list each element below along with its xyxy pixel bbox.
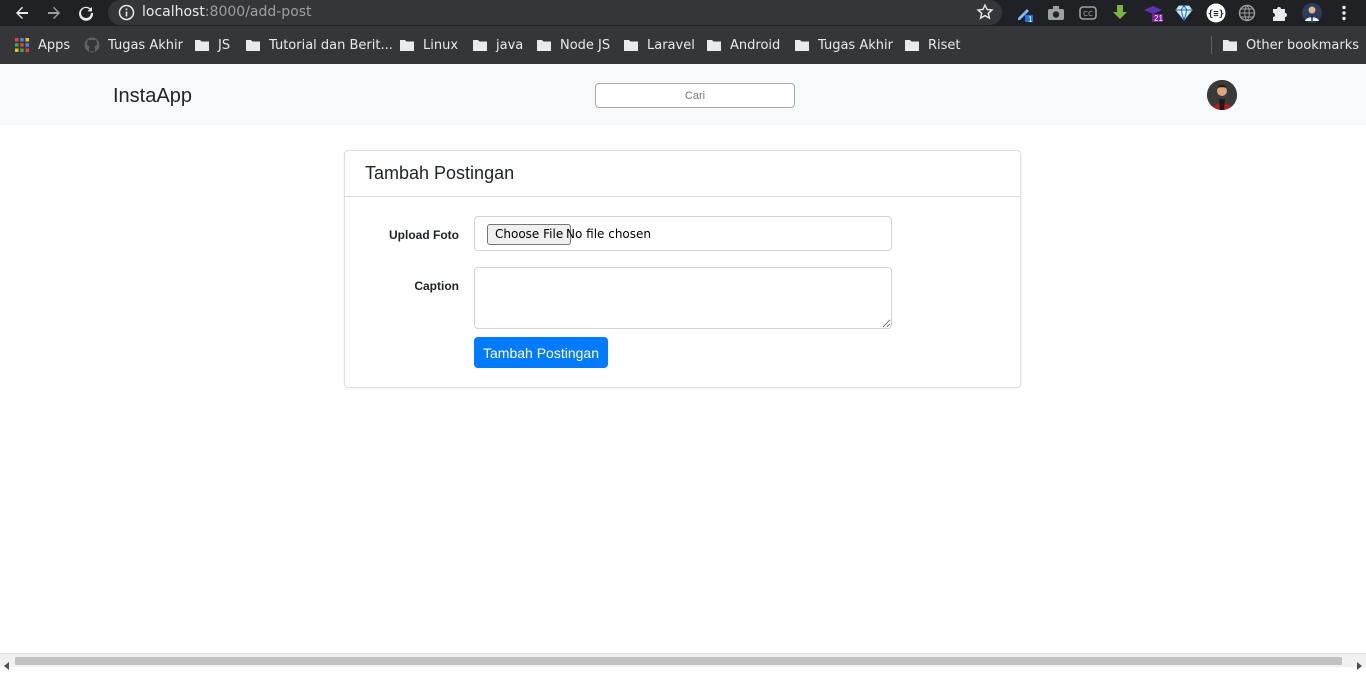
bookmark-folder-js[interactable]: JS xyxy=(194,37,230,53)
bookmark-label: Apps xyxy=(38,37,71,53)
star-icon[interactable] xyxy=(976,3,994,21)
bookmarks-separator xyxy=(1211,36,1212,54)
upload-foto-label: Upload Foto xyxy=(389,228,459,242)
closed-caption-icon[interactable]: CC xyxy=(1078,3,1098,23)
bookmark-label: java xyxy=(496,37,524,53)
bookmark-label: Tugas Akhir xyxy=(818,37,893,53)
folder-icon xyxy=(1222,37,1238,53)
bookmark-label: Tugas Akhir xyxy=(108,37,183,53)
more-vertical-icon[interactable] xyxy=(1334,3,1354,23)
globe-icon[interactable] xyxy=(1237,3,1257,23)
folder-icon xyxy=(794,37,810,53)
bookmark-tugas-akhir-github[interactable]: Tugas Akhir xyxy=(84,37,183,53)
card-title: Tambah Postingan xyxy=(345,151,1020,197)
bookmark-label: Laravel xyxy=(647,37,695,53)
caption-label: Caption xyxy=(414,279,459,293)
bookmarks-bar: Apps Tugas Akhir JS Tutorial dan Berit..… xyxy=(0,26,1366,64)
user-avatar[interactable] xyxy=(1207,80,1237,110)
bookmark-folder-linux[interactable]: Linux xyxy=(399,37,458,53)
json-braces-icon[interactable]: {≡} xyxy=(1206,3,1226,23)
info-icon[interactable] xyxy=(118,4,135,21)
folder-icon xyxy=(706,37,722,53)
file-input[interactable]: Choose File No file chosen xyxy=(474,216,892,251)
tambah-postingan-button[interactable]: Tambah Postingan xyxy=(474,337,608,368)
folder-icon xyxy=(623,37,639,53)
bookmark-folder-tugas-akhir[interactable]: Tugas Akhir xyxy=(794,37,893,53)
choose-file-button[interactable]: Choose File xyxy=(487,224,572,245)
bookmark-folder-riset[interactable]: Riset xyxy=(904,37,961,53)
bookmark-folder-android[interactable]: Android xyxy=(706,37,780,53)
search-input[interactable] xyxy=(595,83,795,108)
profile-avatar-icon[interactable] xyxy=(1302,3,1322,23)
camera-icon[interactable] xyxy=(1046,3,1066,23)
folder-icon xyxy=(536,37,552,53)
folder-icon xyxy=(904,37,920,53)
svg-text:{≡}: {≡} xyxy=(1208,10,1224,20)
forward-arrow-icon[interactable] xyxy=(44,3,64,23)
reload-icon[interactable] xyxy=(76,3,96,23)
bookmark-label: Riset xyxy=(928,37,961,53)
bookmark-label: Node JS xyxy=(560,37,611,53)
caption-textarea[interactable] xyxy=(474,267,892,329)
browser-toolbar: localhost:8000/add-post 1 CC 21 {≡} xyxy=(0,0,1366,26)
url-text: localhost:8000/add-post xyxy=(142,4,312,20)
graduation-cap-icon[interactable]: 21 xyxy=(1143,3,1163,23)
folder-icon xyxy=(245,37,261,53)
brand-logo[interactable]: InstaApp xyxy=(113,85,192,108)
horizontal-scrollbar[interactable] xyxy=(0,653,1366,670)
scrollbar-thumb[interactable] xyxy=(15,657,1342,665)
bookmark-label: Linux xyxy=(423,37,459,53)
app-navbar: InstaApp xyxy=(0,64,1366,126)
github-icon xyxy=(84,37,100,53)
puzzle-piece-icon[interactable] xyxy=(1270,3,1290,23)
svg-text:CC: CC xyxy=(1083,10,1093,18)
url-host: localhost xyxy=(142,4,205,20)
file-status-text: No file chosen xyxy=(566,227,652,241)
bookmark-folder-java[interactable]: java xyxy=(472,37,523,53)
bookmark-label: Other bookmarks xyxy=(1246,37,1360,53)
folder-icon xyxy=(399,37,415,53)
back-arrow-icon[interactable] xyxy=(12,3,32,23)
pen-extension-icon[interactable]: 1 xyxy=(1015,3,1035,24)
bookmark-label: JS xyxy=(218,37,231,53)
bookmark-folder-nodejs[interactable]: Node JS xyxy=(536,37,610,53)
bookmark-folder-laravel[interactable]: Laravel xyxy=(623,37,695,53)
bookmark-label: Tutorial dan Berit... xyxy=(269,37,393,53)
scroll-left-arrow-icon[interactable] xyxy=(3,657,11,670)
address-bar[interactable]: localhost:8000/add-post xyxy=(108,0,1002,25)
bookmark-other[interactable]: Other bookmarks xyxy=(1222,37,1359,53)
folder-icon xyxy=(194,37,210,53)
apps-grid-icon xyxy=(14,37,30,53)
extension-badge: 21 xyxy=(1154,14,1163,23)
diamond-icon[interactable] xyxy=(1174,3,1194,23)
scroll-right-arrow-icon[interactable] xyxy=(1355,657,1363,670)
url-path: :8000/add-post xyxy=(204,4,312,20)
folder-icon xyxy=(472,37,488,53)
add-post-card: Tambah Postingan Upload Foto Choose File… xyxy=(344,150,1021,388)
download-arrow-icon[interactable] xyxy=(1110,3,1130,23)
bookmark-label: Android xyxy=(730,37,781,53)
bookmark-folder-tutorial[interactable]: Tutorial dan Berit... xyxy=(245,37,393,53)
extension-badge: 1 xyxy=(1028,15,1033,24)
bookmark-apps[interactable]: Apps xyxy=(14,37,70,53)
